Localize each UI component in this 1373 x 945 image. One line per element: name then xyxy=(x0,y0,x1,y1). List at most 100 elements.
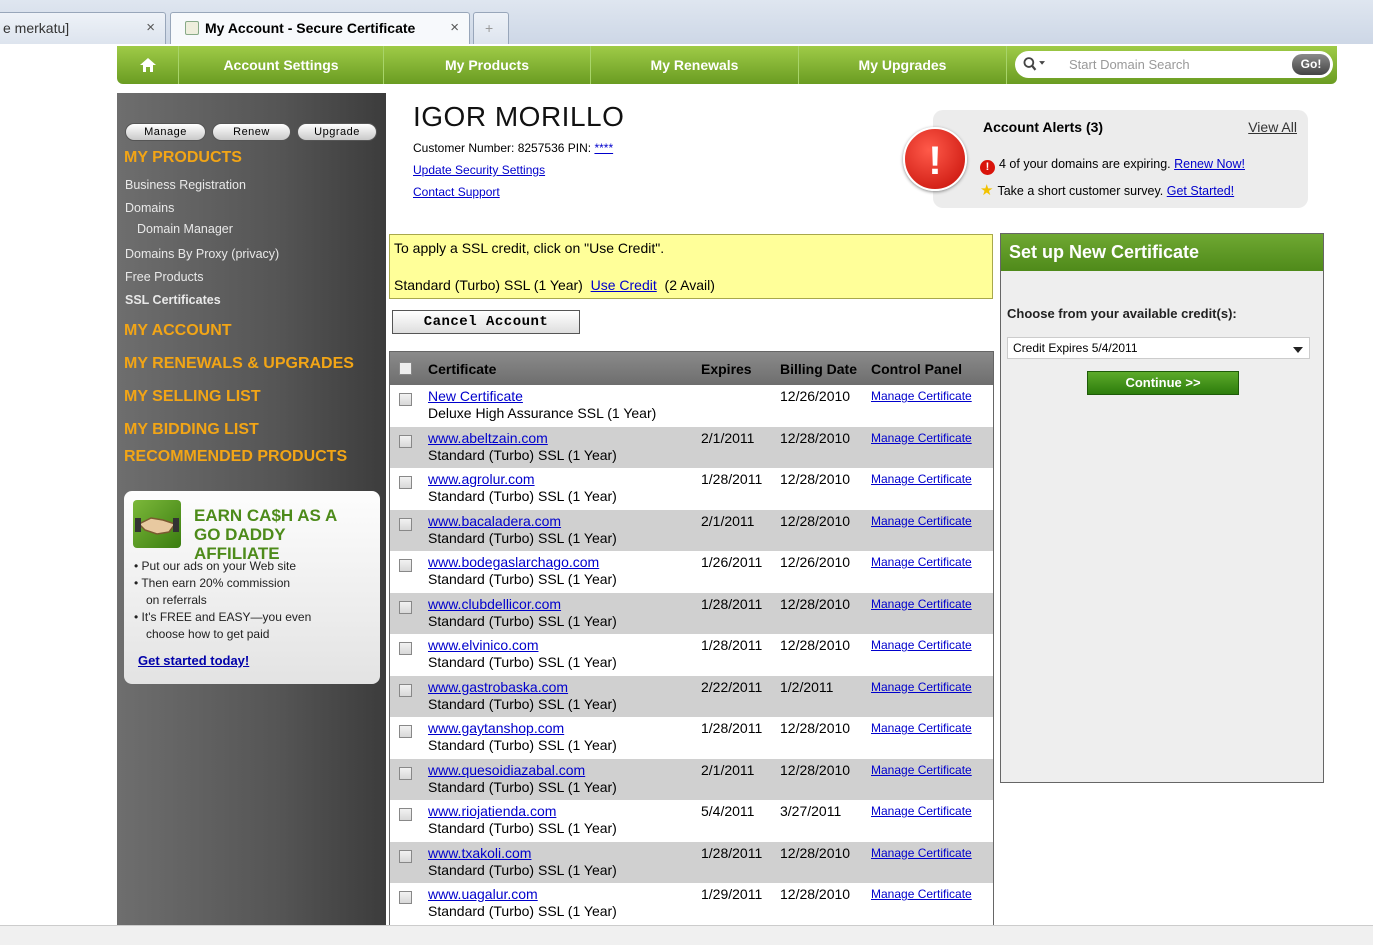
search-icon[interactable] xyxy=(1023,54,1045,74)
row-checkbox[interactable] xyxy=(399,642,412,655)
sidebar-heading-bidding-list[interactable]: MY BIDDING LIST xyxy=(124,421,259,439)
home-button[interactable] xyxy=(117,46,179,84)
affiliate-bullet: • Put our ads on your Web site xyxy=(134,559,297,573)
close-icon[interactable]: × xyxy=(146,13,155,43)
certificate-link[interactable]: www.gaytanshop.com xyxy=(428,720,564,736)
view-all-link[interactable]: View All xyxy=(1248,119,1297,135)
new-tab-button[interactable]: + xyxy=(473,12,509,44)
row-checkbox[interactable] xyxy=(399,434,412,448)
alert-text: Take a short customer survey. xyxy=(997,184,1164,198)
update-security-link[interactable]: Update Security Settings xyxy=(413,163,545,177)
certificate-link[interactable]: New Certificate xyxy=(428,388,523,404)
sidebar-item-free-products[interactable]: Free Products xyxy=(125,270,204,284)
tab-label: My Account - Secure Certificate xyxy=(205,20,416,36)
new-certificate-panel: Set up New Certificate Choose from your … xyxy=(1000,233,1324,783)
manage-certificate-link[interactable]: Manage Certificate xyxy=(871,472,972,486)
certificate-type: Standard (Turbo) SSL (1 Year) xyxy=(428,654,617,670)
certificate-link[interactable]: www.abeltzain.com xyxy=(428,430,548,446)
expires-cell: 2/1/2011 xyxy=(701,761,755,778)
certificate-link[interactable]: www.bodegaslarchago.com xyxy=(428,554,599,570)
browser-tab-active[interactable]: My Account - Secure Certificate × xyxy=(170,12,470,44)
sidebar-item-domains[interactable]: Domains xyxy=(125,201,174,215)
manage-certificate-link[interactable]: Manage Certificate xyxy=(871,804,972,818)
billing-date-cell: 12/28/2010 xyxy=(780,720,851,736)
manage-certificate-link[interactable]: Manage Certificate xyxy=(871,721,972,735)
table-row: www.riojatienda.com Standard (Turbo) SSL … xyxy=(390,800,993,842)
sidebar-heading-recommended[interactable]: RECOMMENDED PRODUCTS xyxy=(124,448,347,466)
certificate-link[interactable]: www.txakoli.com xyxy=(428,845,531,861)
row-checkbox[interactable] xyxy=(399,725,412,738)
manage-button[interactable]: Manage xyxy=(125,123,206,141)
use-credit-link[interactable]: Use Credit xyxy=(591,277,657,293)
nav-my-upgrades[interactable]: My Upgrades xyxy=(799,46,1007,84)
continue-button[interactable]: Continue >> xyxy=(1087,371,1239,395)
credit-select[interactable]: Credit Expires 5/4/2011 xyxy=(1007,337,1310,359)
row-checkbox[interactable] xyxy=(399,849,412,863)
table-header: Certificate Expires Billing Date Control… xyxy=(390,352,993,385)
row-checkbox[interactable] xyxy=(399,559,412,572)
get-started-link[interactable]: Get Started! xyxy=(1167,184,1234,198)
row-checkbox[interactable] xyxy=(399,766,412,780)
browser-tab-previous[interactable]: e merkatu] × xyxy=(0,12,166,44)
manage-certificate-link[interactable]: Manage Certificate xyxy=(871,846,972,860)
sidebar-item-business-registration[interactable]: Business Registration xyxy=(125,178,246,192)
row-checkbox[interactable] xyxy=(399,808,412,821)
notice-line2: Standard (Turbo) SSL (1 Year) Use Credit… xyxy=(394,277,715,293)
header-billing-date[interactable]: Billing Date xyxy=(780,361,857,377)
manage-certificate-link[interactable]: Manage Certificate xyxy=(871,514,972,528)
renew-now-link[interactable]: Renew Now! xyxy=(1174,157,1245,171)
certificate-link[interactable]: www.riojatienda.com xyxy=(428,803,556,819)
manage-certificate-link[interactable]: Manage Certificate xyxy=(871,763,972,777)
sidebar-heading-selling-list[interactable]: MY SELLING LIST xyxy=(124,388,261,406)
sidebar-heading-my-account[interactable]: MY ACCOUNT xyxy=(124,322,232,340)
manage-certificate-link[interactable]: Manage Certificate xyxy=(871,887,972,901)
row-checkbox[interactable] xyxy=(399,891,412,904)
manage-certificate-link[interactable]: Manage Certificate xyxy=(871,638,972,652)
manage-certificate-link[interactable]: Manage Certificate xyxy=(871,389,972,403)
manage-certificate-link[interactable]: Manage Certificate xyxy=(871,555,972,569)
ssl-credit-notice: To apply a SSL credit, click on "Use Cre… xyxy=(389,234,993,299)
cancel-account-button[interactable]: Cancel Account xyxy=(392,310,580,334)
contact-support-link[interactable]: Contact Support xyxy=(413,185,500,199)
sidebar-item-domain-manager[interactable]: Domain Manager xyxy=(137,222,233,236)
sidebar-item-ssl-certificates[interactable]: SSL Certificates xyxy=(125,293,221,307)
go-button[interactable]: Go! xyxy=(1292,54,1330,75)
billing-date-cell: 12/28/2010 xyxy=(780,429,851,446)
affiliate-get-started-link[interactable]: Get started today! xyxy=(138,653,249,668)
customer-number: Customer Number: 8257536 PIN: **** xyxy=(413,141,613,155)
renew-button[interactable]: Renew xyxy=(212,123,291,141)
certificate-link[interactable]: www.elvinico.com xyxy=(428,637,538,653)
upgrade-button[interactable]: Upgrade xyxy=(297,123,377,141)
sidebar-item-domains-by-proxy[interactable]: Domains By Proxy (privacy) xyxy=(125,247,279,261)
certificate-type: Standard (Turbo) SSL (1 Year) xyxy=(428,820,617,836)
row-checkbox[interactable] xyxy=(399,600,412,614)
table-row: www.abeltzain.com Standard (Turbo) SSL (1… xyxy=(390,426,993,468)
nav-account-settings[interactable]: Account Settings xyxy=(179,46,384,84)
sidebar-heading-my-products[interactable]: MY PRODUCTS xyxy=(124,149,242,167)
pin-link[interactable]: **** xyxy=(594,141,613,155)
manage-certificate-link[interactable]: Manage Certificate xyxy=(871,431,972,445)
certificate-link[interactable]: www.uagalur.com xyxy=(428,886,538,902)
nav-my-renewals[interactable]: My Renewals xyxy=(591,46,799,84)
close-icon[interactable]: × xyxy=(450,13,459,43)
manage-certificate-link[interactable]: Manage Certificate xyxy=(871,597,972,611)
domain-search-input[interactable]: Start Domain Search Go! xyxy=(1015,51,1333,78)
row-checkbox[interactable] xyxy=(399,393,412,406)
search-placeholder: Start Domain Search xyxy=(1069,57,1190,72)
certificate-link[interactable]: www.gastrobaska.com xyxy=(428,679,568,695)
header-certificate[interactable]: Certificate xyxy=(428,361,496,377)
row-checkbox[interactable] xyxy=(399,683,412,697)
sidebar-heading-renewals-upgrades[interactable]: MY RENEWALS & UPGRADES xyxy=(124,355,354,373)
certificate-link[interactable]: www.agrolur.com xyxy=(428,471,535,487)
certificate-link[interactable]: www.bacaladera.com xyxy=(428,513,561,529)
affiliate-promo: EARN CA$H AS A GO DADDY AFFILIATE • Put … xyxy=(124,491,380,684)
notice-cert-type: Standard (Turbo) SSL (1 Year) xyxy=(394,277,583,293)
header-expires[interactable]: Expires xyxy=(701,361,752,377)
certificate-link[interactable]: www.quesoidiazabal.com xyxy=(428,762,585,778)
select-all-checkbox[interactable] xyxy=(399,362,412,375)
certificate-link[interactable]: www.clubdellicor.com xyxy=(428,596,561,612)
nav-my-products[interactable]: My Products xyxy=(384,46,591,84)
row-checkbox[interactable] xyxy=(399,517,412,531)
manage-certificate-link[interactable]: Manage Certificate xyxy=(871,680,972,694)
row-checkbox[interactable] xyxy=(399,476,412,489)
